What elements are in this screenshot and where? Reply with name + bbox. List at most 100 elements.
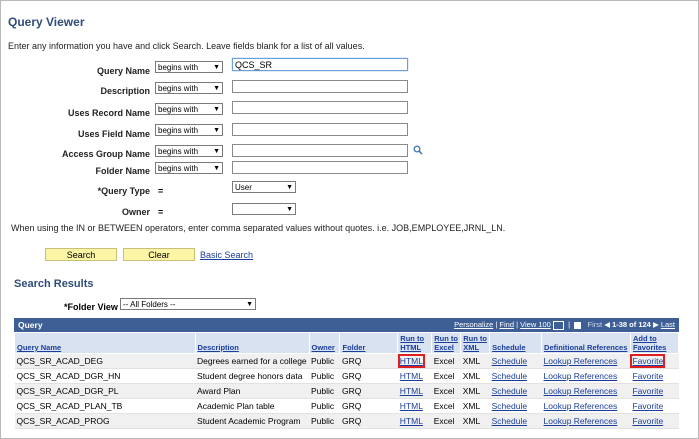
folder-name-input[interactable]: [232, 161, 408, 174]
lookup-references-link[interactable]: Lookup References: [544, 401, 618, 411]
run-html-link[interactable]: HTML: [400, 371, 423, 381]
column-header-description[interactable]: Description: [194, 332, 310, 354]
cell-xml[interactable]: XML: [460, 398, 490, 414]
cell-xml[interactable]: XML: [460, 413, 490, 429]
lookup-icon[interactable]: [413, 145, 423, 155]
run-html-link[interactable]: HTML: [400, 416, 423, 426]
table-row: QCS_SR_ACAD_DGR_HN Student degree honors…: [14, 368, 679, 384]
operator-select-folder-name[interactable]: begins with ▼: [155, 162, 223, 174]
query-name-input[interactable]: QCS_SR: [232, 58, 408, 71]
chevron-down-icon: ▼: [213, 165, 220, 172]
run-html-link[interactable]: HTML: [400, 401, 423, 411]
column-header-query-name[interactable]: Query Name: [14, 332, 196, 354]
query-type-equals: =: [158, 186, 164, 196]
cell-folder: GRQ: [339, 368, 398, 384]
previous-icon[interactable]: ◀: [604, 320, 610, 329]
chevron-down-icon: ▼: [213, 148, 220, 155]
cell-query-name: QCS_SR_ACAD_DGR_HN: [14, 368, 196, 384]
cell-owner: Public: [309, 398, 340, 414]
favorite-link[interactable]: Favorite: [632, 416, 663, 426]
grid-icon[interactable]: [574, 321, 582, 329]
chevron-down-icon: ▼: [213, 106, 220, 113]
schedule-link[interactable]: Schedule: [492, 401, 527, 411]
operator-select-description[interactable]: begins with ▼: [155, 82, 223, 94]
table-row: QCS_SR_ACAD_PROG Student Academic Progra…: [14, 413, 679, 429]
owner-equals: =: [158, 207, 164, 217]
field-label-folder-name: Folder Name: [95, 166, 150, 176]
column-header-owner[interactable]: Owner: [308, 332, 341, 354]
cell-excel[interactable]: Excel: [431, 368, 461, 384]
view-all-link[interactable]: View 100: [520, 320, 551, 329]
favorite-link[interactable]: Favorite: [632, 371, 663, 381]
operator-select-access-group-name[interactable]: begins with ▼: [155, 145, 223, 157]
table-row: QCS_SR_ACAD_DEG Degrees earned for a col…: [14, 353, 679, 369]
cell-description: Award Plan: [195, 383, 310, 399]
personalize-link[interactable]: Personalize: [454, 320, 493, 329]
page-title: Query Viewer: [8, 15, 85, 29]
cell-xml[interactable]: XML: [460, 383, 490, 399]
favorite-link[interactable]: Favorite: [632, 386, 663, 396]
cell-excel[interactable]: Excel: [431, 353, 461, 369]
cell-description: Student degree honors data: [195, 368, 310, 384]
column-header-folder[interactable]: Folder: [339, 332, 399, 354]
operator-select-uses-field-name[interactable]: begins with ▼: [155, 124, 223, 136]
cell-description: Academic Plan table: [195, 398, 310, 414]
schedule-link[interactable]: Schedule: [492, 356, 527, 366]
grid-navigation: Personalize | Find | View 100 | First ◀ …: [454, 320, 675, 330]
cell-description: Degrees earned for a college: [195, 353, 310, 369]
column-header-run-xml: Run to XML: [460, 332, 491, 354]
operator-select-query-name[interactable]: begins with ▼: [155, 61, 223, 73]
uses-record-name-input[interactable]: [232, 101, 408, 114]
chevron-down-icon: ▼: [213, 127, 220, 134]
cell-folder: GRQ: [339, 398, 398, 414]
column-header-add-to-favorites: Add to Favorites: [629, 332, 680, 354]
field-label-uses-field-name: Uses Field Name: [77, 129, 150, 139]
download-icon[interactable]: [552, 320, 564, 330]
schedule-link[interactable]: Schedule: [492, 386, 527, 396]
chevron-down-icon: ▼: [286, 206, 293, 213]
search-button[interactable]: Search: [45, 248, 117, 261]
run-html-link[interactable]: HTML: [397, 354, 425, 368]
lookup-references-link[interactable]: Lookup References: [544, 416, 618, 426]
run-html-link[interactable]: HTML: [400, 386, 423, 396]
folder-view-select[interactable]: -- All Folders -- ▼: [120, 298, 256, 310]
operator-select-uses-record-name[interactable]: begins with ▼: [155, 103, 223, 115]
lookup-references-link[interactable]: Lookup References: [544, 356, 618, 366]
schedule-link[interactable]: Schedule: [492, 371, 527, 381]
last-link[interactable]: Last: [661, 320, 675, 329]
next-icon[interactable]: ▶: [653, 320, 659, 329]
cell-excel[interactable]: Excel: [431, 413, 461, 429]
cell-xml[interactable]: XML: [460, 353, 490, 369]
find-link[interactable]: Find: [499, 320, 514, 329]
grid-title: Query: [18, 320, 43, 330]
query-type-select[interactable]: User ▼: [232, 181, 296, 193]
cell-xml[interactable]: XML: [460, 368, 490, 384]
favorite-link[interactable]: Favorite: [632, 401, 663, 411]
description-input[interactable]: [232, 80, 408, 93]
clear-button[interactable]: Clear: [123, 248, 195, 261]
cell-owner: Public: [309, 413, 340, 429]
lookup-references-link[interactable]: Lookup References: [544, 371, 618, 381]
instructions: Enter any information you have and click…: [8, 41, 365, 51]
basic-search-link[interactable]: Basic Search: [200, 250, 253, 260]
operator-note: When using the IN or BETWEEN operators, …: [11, 223, 506, 233]
cell-excel[interactable]: Excel: [431, 383, 461, 399]
field-label-description: Description: [100, 86, 150, 96]
cell-query-name: QCS_SR_ACAD_DEG: [14, 353, 196, 369]
chevron-down-icon: ▼: [213, 64, 220, 71]
cell-folder: GRQ: [339, 413, 398, 429]
favorite-link[interactable]: Favorite: [630, 354, 666, 368]
column-header-schedule: Schedule: [489, 332, 543, 354]
access-group-name-input[interactable]: [232, 144, 408, 157]
chevron-down-icon: ▼: [213, 85, 220, 92]
lookup-references-link[interactable]: Lookup References: [544, 386, 618, 396]
cell-owner: Public: [309, 368, 340, 384]
uses-field-name-input[interactable]: [232, 123, 408, 136]
first-label: First: [587, 320, 603, 329]
field-label-query-type: *Query Type: [97, 186, 150, 196]
results-table: Query Name Description Owner Folder Run …: [14, 332, 680, 429]
cell-excel[interactable]: Excel: [431, 398, 461, 414]
schedule-link[interactable]: Schedule: [492, 416, 527, 426]
owner-select[interactable]: ▼: [232, 203, 296, 215]
chevron-down-icon: ▼: [286, 184, 293, 191]
